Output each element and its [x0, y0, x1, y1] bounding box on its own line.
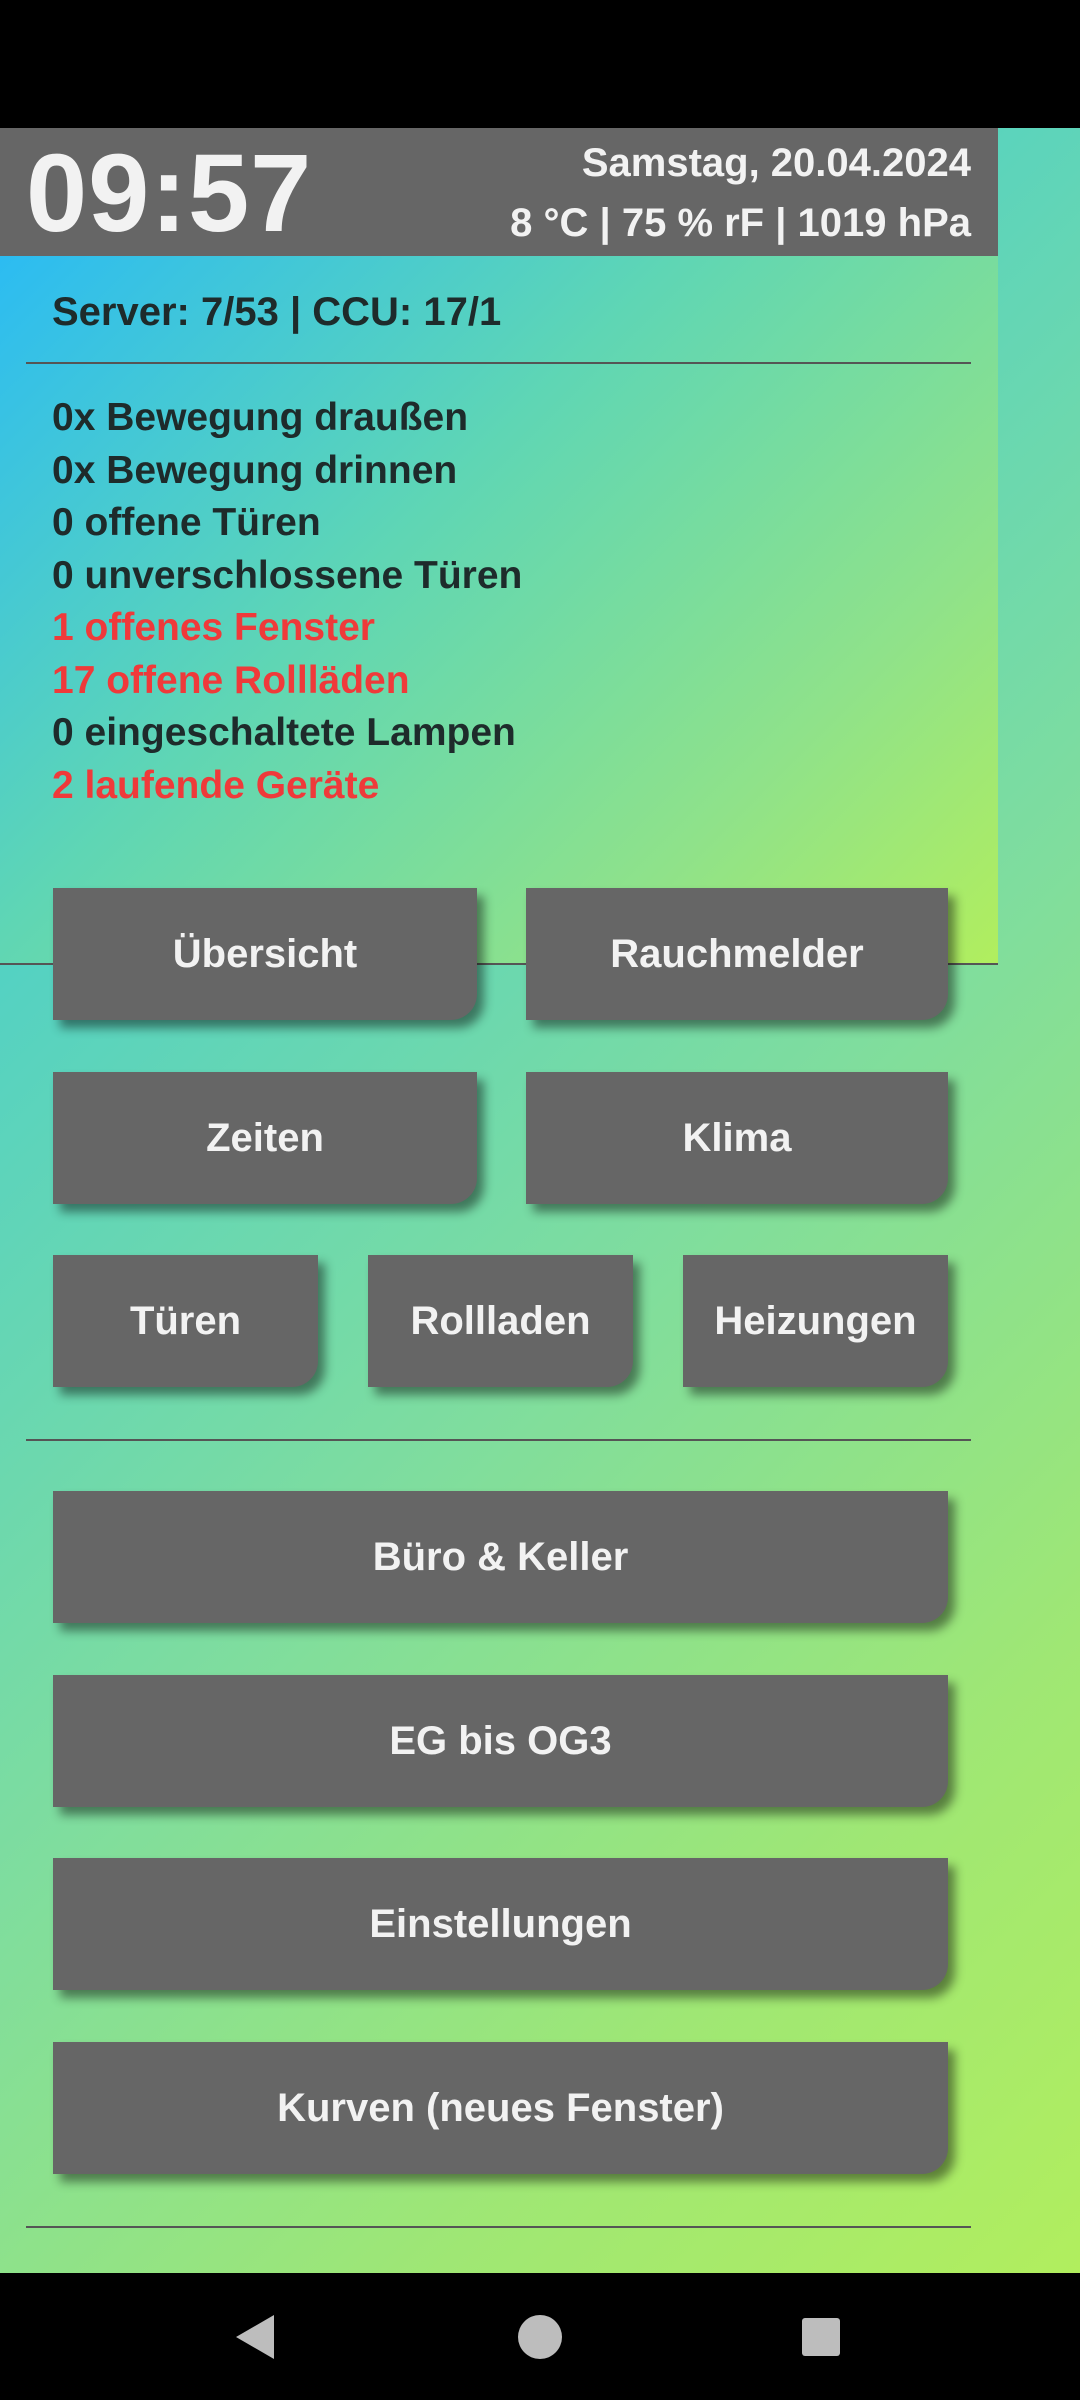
climate-button[interactable]: Klima	[526, 1072, 948, 1204]
smoke-detectors-button[interactable]: Rauchmelder	[526, 888, 948, 1020]
system-nav-bar	[0, 2273, 1080, 2400]
status-item-open-doors: 0 offene Türen	[52, 501, 321, 544]
status-item-running-devices: 2 laufende Geräte	[52, 763, 380, 807]
times-button[interactable]: Zeiten	[53, 1072, 477, 1204]
floors-button[interactable]: EG bis OG3	[53, 1675, 948, 1807]
overview-button[interactable]: Übersicht	[53, 888, 477, 1020]
status-item-open-shutters: 17 offene Rollläden	[52, 658, 410, 702]
status-item-open-windows: 1 offenes Fenster	[52, 606, 375, 649]
status-bar	[0, 0, 1080, 128]
curves-button[interactable]: Kurven (neues Fenster)	[53, 2042, 948, 2174]
app-screen: 09:57 Samstag, 20.04.2024 8 °C | 75 % rF…	[0, 128, 1080, 2273]
divider-middle	[26, 1439, 971, 1441]
date-label: Samstag, 20.04.2024	[581, 141, 971, 185]
server-status: Server: 7/53 | CCU: 17/1	[52, 290, 502, 334]
clock: 09:57	[26, 132, 313, 255]
settings-button[interactable]: Einstellungen	[53, 1858, 948, 1990]
heating-button[interactable]: Heizungen	[683, 1255, 948, 1387]
status-list: 0x Bewegung draußen 0x Bewegung drinnen …	[52, 392, 522, 812]
status-item-lamps-on: 0 eingeschaltete Lampen	[52, 711, 516, 754]
header-bar: 09:57 Samstag, 20.04.2024 8 °C | 75 % rF…	[0, 128, 998, 256]
status-item-unlocked-doors: 0 unverschlossene Türen	[52, 553, 523, 597]
divider-top	[26, 362, 971, 364]
weather-summary: 8 °C | 75 % rF | 1019 hPa	[510, 201, 971, 245]
home-icon[interactable]	[516, 2313, 564, 2361]
recents-icon[interactable]	[801, 2317, 841, 2357]
status-item-motion-inside: 0x Bewegung drinnen	[52, 448, 458, 492]
back-icon[interactable]	[234, 2313, 278, 2361]
divider-bottom	[26, 2226, 971, 2228]
status-item-motion-outside: 0x Bewegung draußen	[52, 396, 469, 439]
shutters-button[interactable]: Rollladen	[368, 1255, 633, 1387]
office-basement-button[interactable]: Büro & Keller	[53, 1491, 948, 1623]
doors-button[interactable]: Türen	[53, 1255, 318, 1387]
